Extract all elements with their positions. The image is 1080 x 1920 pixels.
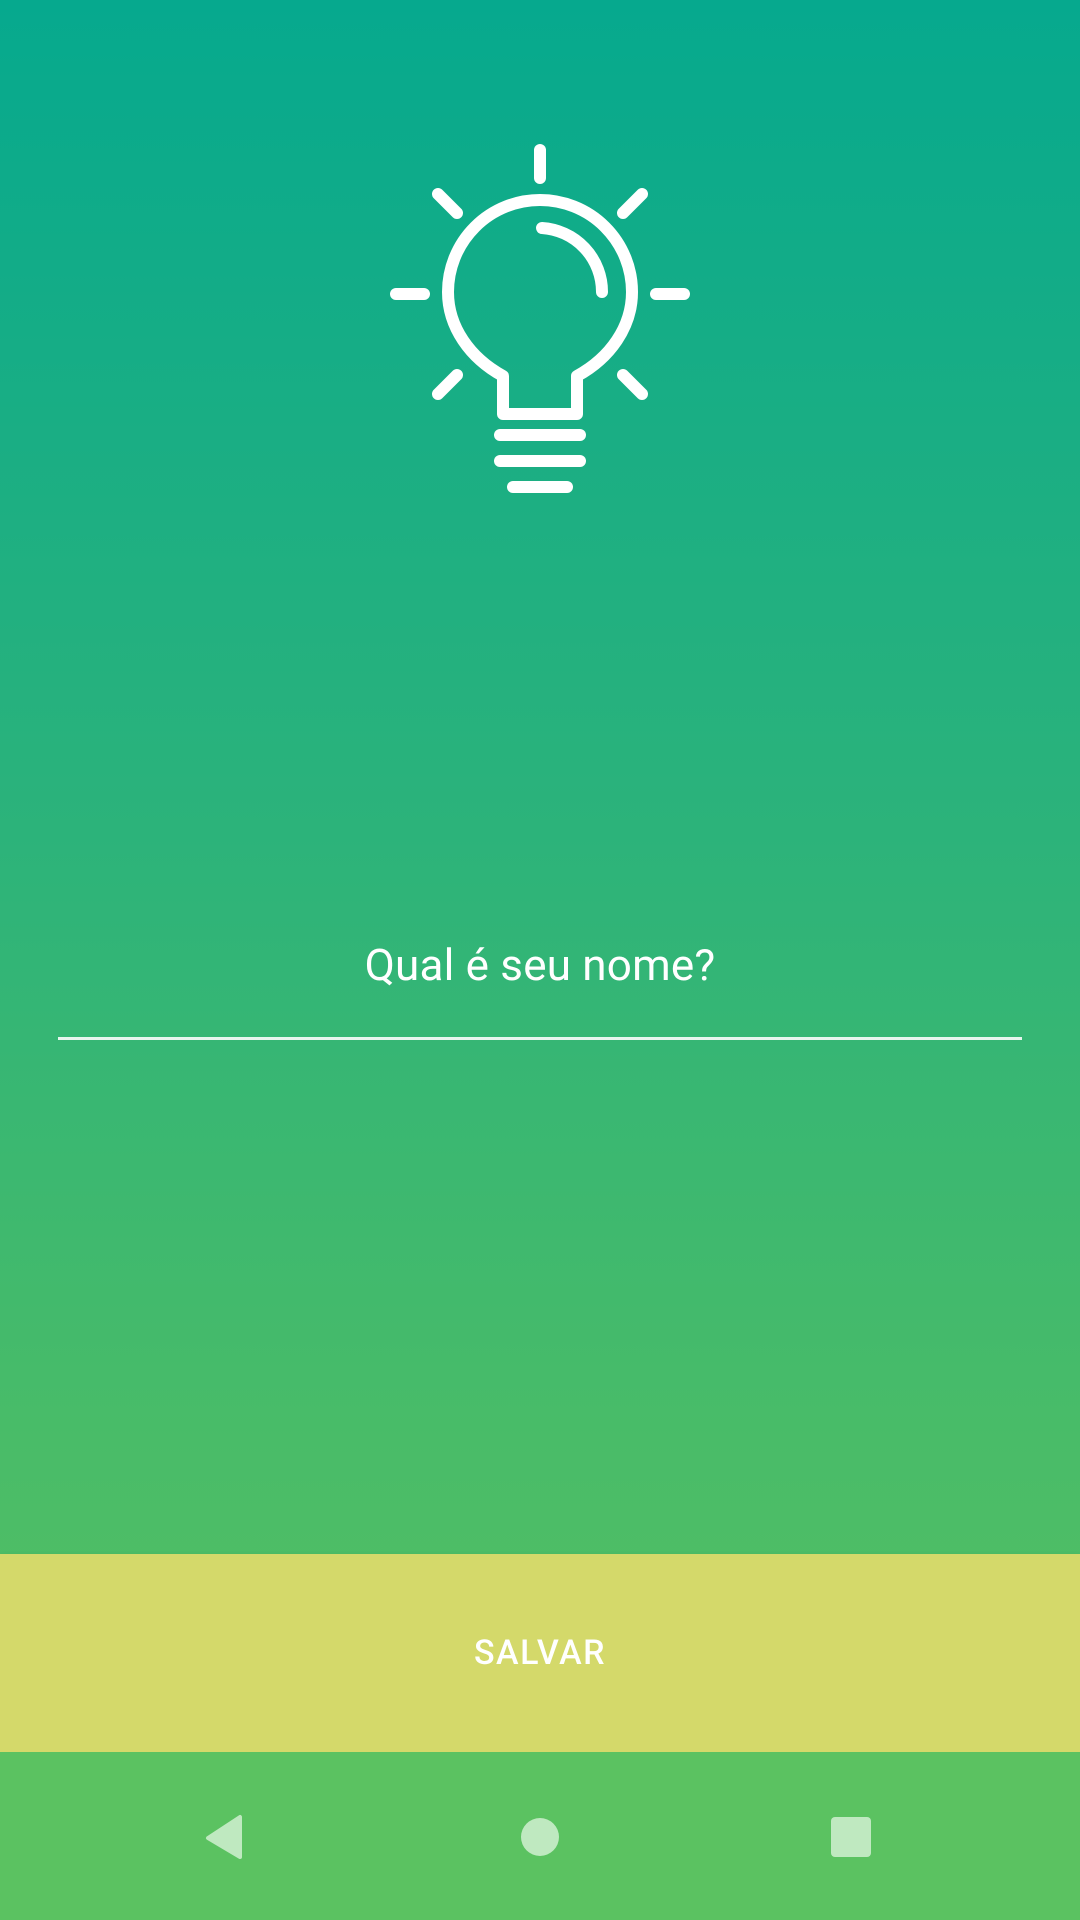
home-circle-icon bbox=[521, 1818, 559, 1856]
system-nav-bar bbox=[0, 1752, 1080, 1920]
save-button[interactable]: SALVAR bbox=[0, 1554, 1080, 1752]
app-screen: Qual é seu nome? SALVAR bbox=[0, 0, 1080, 1920]
back-button[interactable] bbox=[190, 1802, 260, 1872]
recent-apps-button[interactable] bbox=[816, 1802, 886, 1872]
recent-apps-square-icon bbox=[831, 1817, 871, 1857]
back-triangle-icon bbox=[206, 1815, 242, 1859]
home-button[interactable] bbox=[505, 1802, 575, 1872]
name-prompt-label: Qual é seu nome? bbox=[364, 939, 716, 991]
lightbulb-icon bbox=[390, 144, 690, 493]
